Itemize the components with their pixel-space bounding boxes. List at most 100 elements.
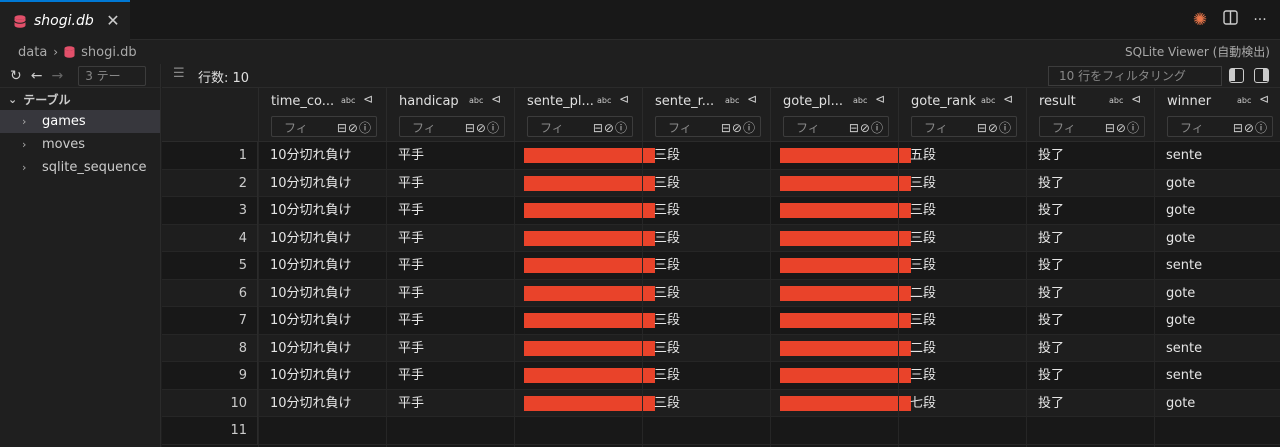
column-header-gote-player[interactable]: gote_pl... abc ⊲ フィ ⊟⊘ⓘ — [770, 88, 898, 142]
cell-sente-rank[interactable]: 三段 — [642, 197, 770, 225]
cell-result[interactable]: 投了 — [1026, 335, 1154, 363]
pin-icon[interactable]: ⊲ — [1003, 92, 1013, 106]
column-filter-input[interactable]: フィ ⊟⊘ⓘ — [655, 116, 761, 137]
filter-list-icon[interactable]: ☰ — [173, 66, 185, 81]
cell-result[interactable]: 投了 — [1026, 252, 1154, 280]
tab-shogi-db[interactable]: shogi.db ✕ — [0, 0, 130, 40]
filter-ops-icons[interactable]: ⊟⊘ⓘ — [721, 119, 756, 136]
cell-gote-rank[interactable]: 七段 — [898, 390, 1026, 418]
row-filter-input[interactable]: 10 行をフィルタリング — [1048, 66, 1222, 86]
split-editor-icon[interactable] — [1220, 10, 1240, 30]
column-name[interactable]: sente_r... — [655, 94, 714, 109]
spark-icon[interactable]: ✺ — [1190, 10, 1210, 30]
layout-right-icon[interactable] — [1254, 68, 1269, 83]
filter-ops-icons[interactable]: ⊟⊘ⓘ — [849, 119, 884, 136]
cell-winner[interactable]: gote — [1154, 280, 1280, 308]
column-name[interactable]: gote_pl... — [783, 94, 843, 109]
cell-result[interactable]: 投了 — [1026, 307, 1154, 335]
filter-ops-icons[interactable]: ⊟⊘ⓘ — [977, 119, 1012, 136]
cell-gote-rank[interactable]: 三段 — [898, 362, 1026, 390]
column-filter-input[interactable]: フィ ⊟⊘ⓘ — [783, 116, 889, 137]
column-header-gote-rank[interactable]: gote_rank abc ⊲ フィ ⊟⊘ⓘ — [898, 88, 1026, 142]
cell-winner[interactable]: sente — [1154, 335, 1280, 363]
back-icon[interactable]: ← — [31, 68, 43, 84]
cell-result[interactable]: 投了 — [1026, 197, 1154, 225]
filter-ops-icons[interactable]: ⊟⊘ⓘ — [1233, 119, 1268, 136]
column-name[interactable]: sente_pl... — [527, 94, 594, 109]
cell-handicap[interactable]: 平手 — [386, 335, 514, 363]
pin-icon[interactable]: ⊲ — [363, 92, 373, 106]
cell-winner[interactable]: sente — [1154, 252, 1280, 280]
cell-sente-rank[interactable]: 三段 — [642, 225, 770, 253]
column-filter-input[interactable]: フィ ⊟⊘ⓘ — [911, 116, 1017, 137]
sidebar-item-moves[interactable]: › moves — [0, 133, 160, 156]
cell-time-control[interactable]: 10分切れ負け — [258, 335, 386, 363]
table-row[interactable]: 6 10分切れ負け 平手 三段 二段 投了 gote — [162, 279, 1280, 308]
cell-sente-rank[interactable]: 三段 — [642, 307, 770, 335]
pin-icon[interactable]: ⊲ — [875, 92, 885, 106]
filter-ops-icons[interactable]: ⊟⊘ⓘ — [337, 119, 372, 136]
cell-time-control[interactable]: 10分切れ負け — [258, 197, 386, 225]
column-header-handicap[interactable]: handicap abc ⊲ フィ ⊟⊘ⓘ — [386, 88, 514, 142]
column-header-winner[interactable]: winner abc ⊲ フィ ⊟⊘ⓘ — [1154, 88, 1280, 142]
cell-handicap[interactable]: 平手 — [386, 362, 514, 390]
cell-sente-rank[interactable]: 三段 — [642, 362, 770, 390]
column-filter-input[interactable]: フィ ⊟⊘ⓘ — [527, 116, 633, 137]
cell-handicap[interactable]: 平手 — [386, 142, 514, 170]
cell-sente-rank[interactable]: 三段 — [642, 142, 770, 170]
column-filter-input[interactable]: フィ ⊟⊘ⓘ — [271, 116, 377, 137]
cell-winner[interactable]: sente — [1154, 142, 1280, 170]
more-icon[interactable]: ··· — [1250, 10, 1270, 30]
column-name[interactable]: time_co... — [271, 94, 334, 109]
pin-icon[interactable]: ⊲ — [1131, 92, 1141, 106]
cell-result[interactable]: 投了 — [1026, 390, 1154, 418]
column-filter-input[interactable]: フィ ⊟⊘ⓘ — [399, 116, 505, 137]
filter-ops-icons[interactable]: ⊟⊘ⓘ — [593, 119, 628, 136]
table-search-input[interactable]: 3 テー — [78, 65, 147, 86]
cell-time-control[interactable]: 10分切れ負け — [258, 390, 386, 418]
column-name[interactable]: winner — [1167, 94, 1211, 109]
table-row[interactable]: 1 10分切れ負け 平手 三段 五段 投了 sente — [162, 142, 1280, 170]
cell-time-control[interactable]: 10分切れ負け — [258, 362, 386, 390]
cell-gote-rank[interactable]: 二段 — [898, 335, 1026, 363]
new-row[interactable]: 11 — [162, 417, 1280, 445]
cell-gote-rank[interactable]: 二段 — [898, 280, 1026, 308]
cell-winner[interactable]: sente — [1154, 362, 1280, 390]
column-header-sente-player[interactable]: sente_pl... abc ⊲ フィ ⊟⊘ⓘ — [514, 88, 642, 142]
column-header-sente-rank[interactable]: sente_r... abc ⊲ フィ ⊟⊘ⓘ — [642, 88, 770, 142]
cell-winner[interactable]: gote — [1154, 197, 1280, 225]
cell-result[interactable]: 投了 — [1026, 142, 1154, 170]
cell-gote-rank[interactable]: 三段 — [898, 197, 1026, 225]
cell-sente-rank[interactable]: 三段 — [642, 390, 770, 418]
pin-icon[interactable]: ⊲ — [491, 92, 501, 106]
sidebar-item-sqlite-sequence[interactable]: › sqlite_sequence — [0, 156, 160, 179]
column-header-time-control[interactable]: time_co... abc ⊲ フィ ⊟⊘ⓘ — [258, 88, 386, 142]
cell-handicap[interactable]: 平手 — [386, 252, 514, 280]
cell-gote-rank[interactable]: 三段 — [898, 307, 1026, 335]
cell-handicap[interactable]: 平手 — [386, 307, 514, 335]
cell-sente-rank[interactable]: 三段 — [642, 170, 770, 198]
refresh-icon[interactable]: ↻ — [10, 68, 22, 84]
cell-time-control[interactable]: 10分切れ負け — [258, 280, 386, 308]
cell-time-control[interactable]: 10分切れ負け — [258, 170, 386, 198]
table-row[interactable]: 9 10分切れ負け 平手 三段 三段 投了 sente — [162, 362, 1280, 390]
tables-section-header[interactable]: ⌄ テーブル — [0, 88, 160, 110]
cell-time-control[interactable]: 10分切れ負け — [258, 142, 386, 170]
cell-gote-rank[interactable]: 三段 — [898, 252, 1026, 280]
forward-icon[interactable]: → — [51, 68, 63, 84]
table-row[interactable]: 7 10分切れ負け 平手 三段 三段 投了 gote — [162, 307, 1280, 335]
table-row[interactable]: 3 10分切れ負け 平手 三段 三段 投了 gote — [162, 197, 1280, 225]
cell-handicap[interactable]: 平手 — [386, 197, 514, 225]
sidebar-item-games[interactable]: › games — [0, 110, 160, 133]
column-name[interactable]: result — [1039, 94, 1076, 109]
table-row[interactable]: 10 10分切れ負け 平手 三段 七段 投了 gote — [162, 389, 1280, 418]
cell-gote-rank[interactable]: 三段 — [898, 170, 1026, 198]
table-row[interactable]: 4 10分切れ負け 平手 三段 三段 投了 gote — [162, 224, 1280, 253]
cell-time-control[interactable]: 10分切れ負け — [258, 225, 386, 253]
cell-handicap[interactable]: 平手 — [386, 225, 514, 253]
cell-winner[interactable]: gote — [1154, 225, 1280, 253]
cell-handicap[interactable]: 平手 — [386, 390, 514, 418]
column-name[interactable]: gote_rank — [911, 94, 976, 109]
cell-result[interactable]: 投了 — [1026, 170, 1154, 198]
filter-ops-icons[interactable]: ⊟⊘ⓘ — [465, 119, 500, 136]
